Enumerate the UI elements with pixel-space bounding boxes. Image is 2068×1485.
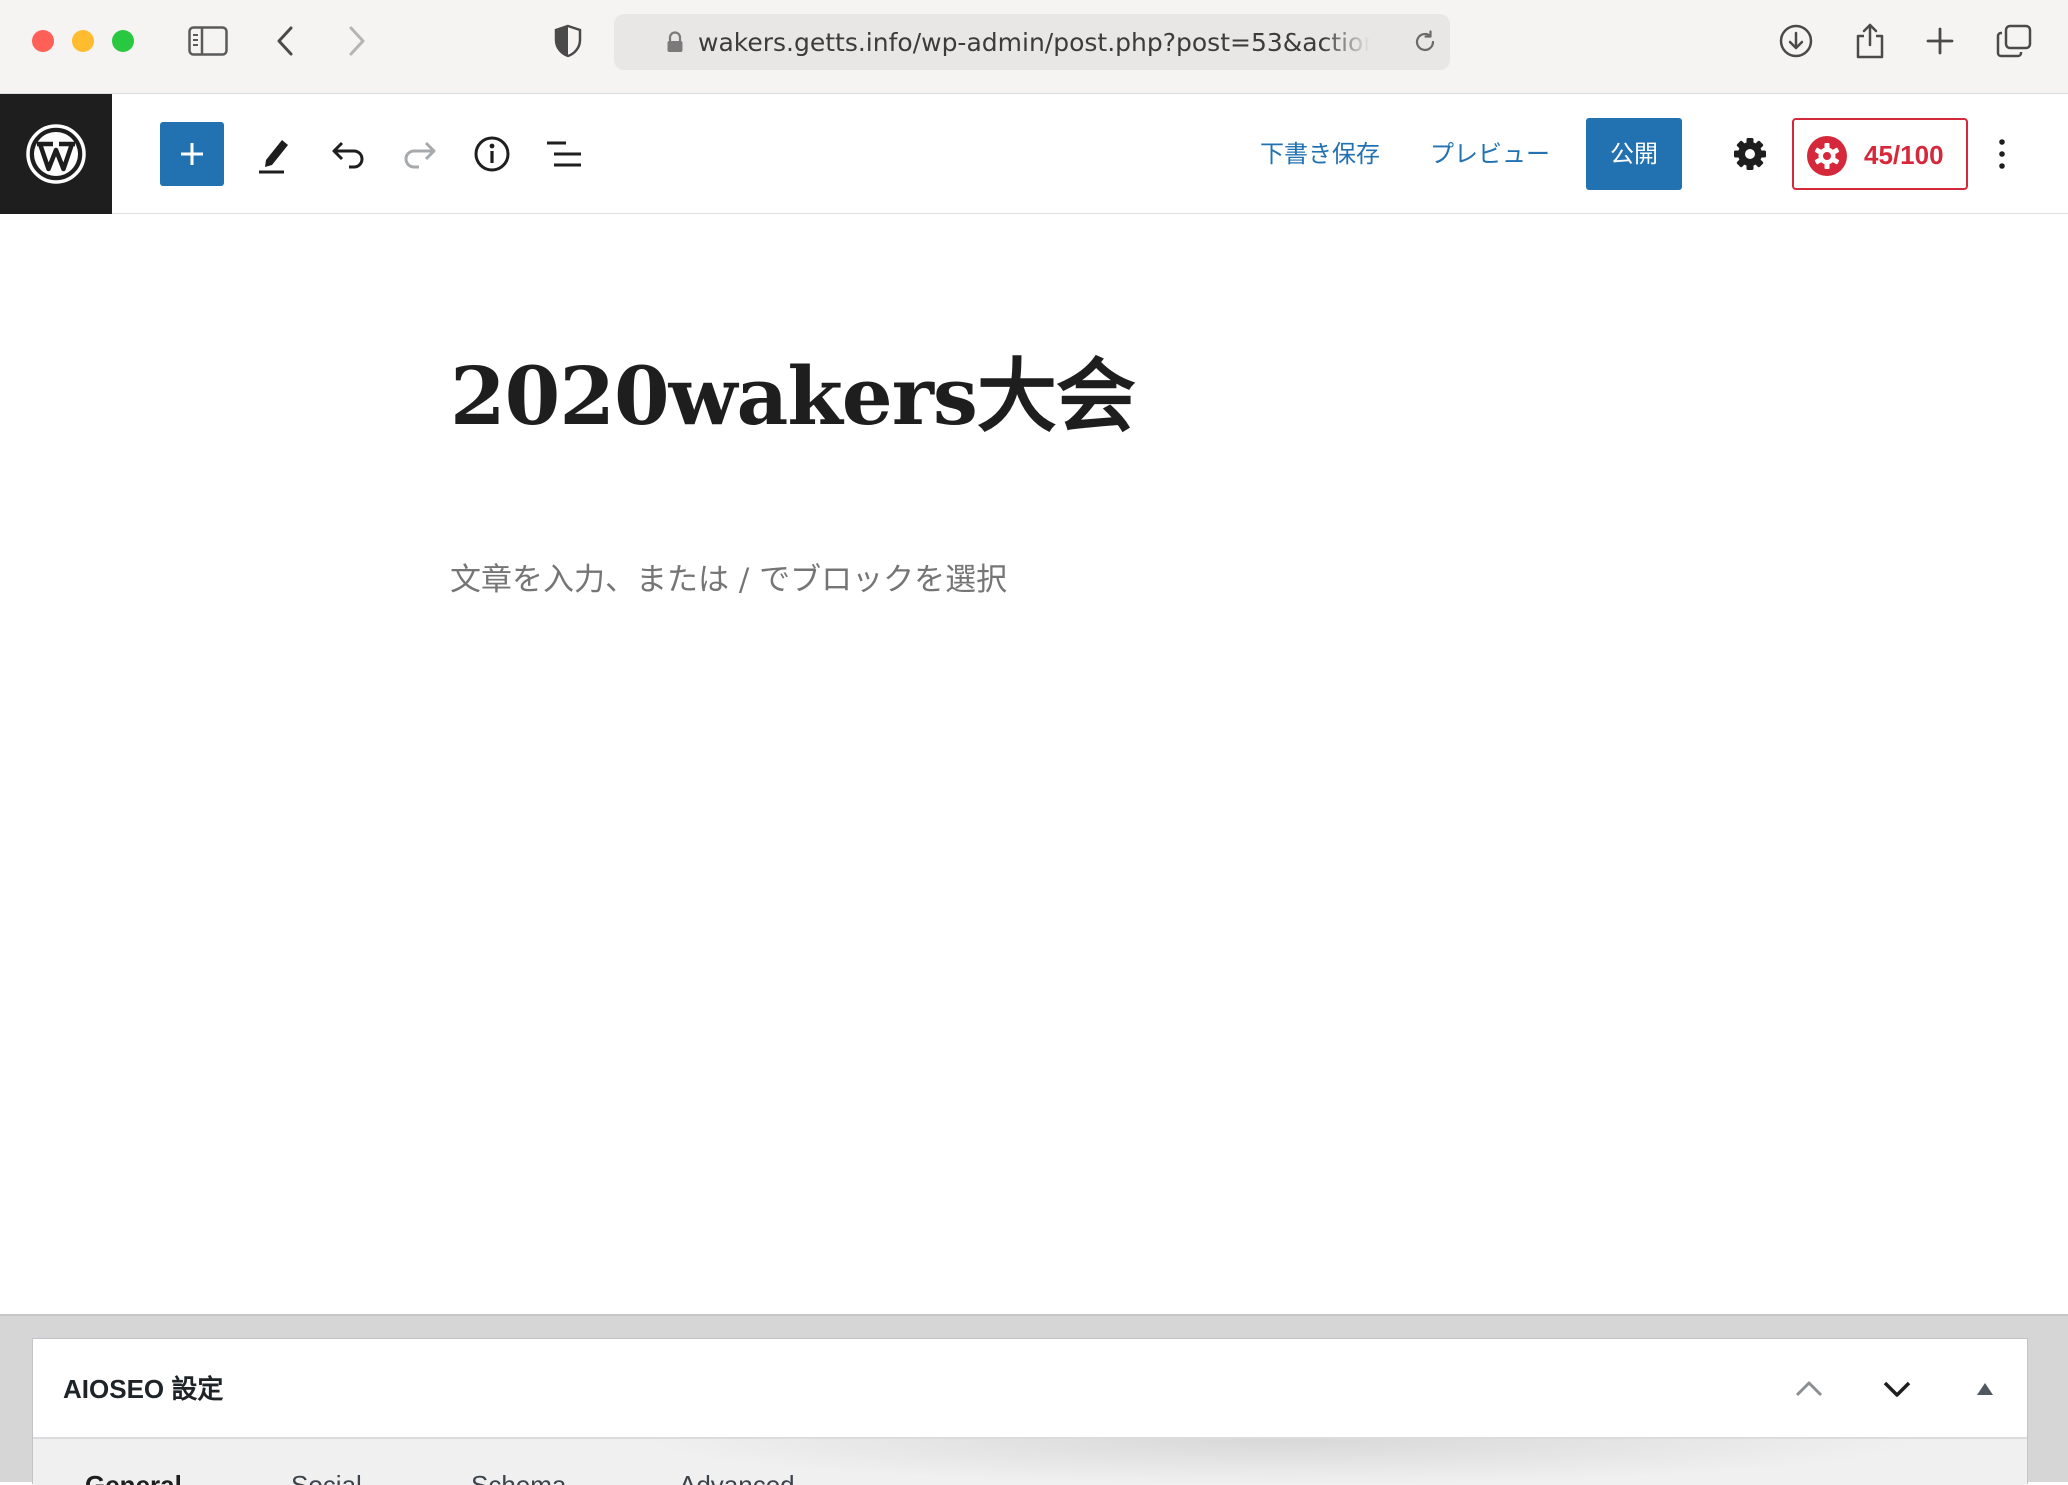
chevron-up-icon[interactable] xyxy=(1785,1365,1833,1413)
undo-icon[interactable] xyxy=(320,126,376,182)
block-placeholder[interactable]: 文章を入力、または / でブロックを選択 xyxy=(450,560,1007,600)
chevron-down-icon[interactable] xyxy=(1873,1365,1921,1413)
aioseo-score-button[interactable]: 45/100 xyxy=(1792,118,1968,190)
new-tab-icon[interactable] xyxy=(1918,19,1962,63)
download-icon[interactable] xyxy=(1774,19,1818,63)
url-text: wakers.getts.info/wp-admin/post.php?post… xyxy=(698,28,1370,57)
publish-button[interactable]: 公開 xyxy=(1586,118,1682,190)
panel-header[interactable]: AIOSEO 設定 xyxy=(33,1339,2027,1439)
lock-icon xyxy=(666,31,684,57)
address-bar[interactable]: wakers.getts.info/wp-admin/post.php?post… xyxy=(614,14,1450,70)
panel-tabs: General Social Schema Advanced xyxy=(33,1439,2027,1485)
tab-advanced[interactable]: Advanced xyxy=(679,1467,795,1485)
more-vertical-icon[interactable] xyxy=(1974,126,2030,182)
forward-icon[interactable] xyxy=(334,19,378,63)
minimize-window-button[interactable] xyxy=(72,30,94,52)
list-view-icon[interactable] xyxy=(536,126,592,182)
tab-social[interactable]: Social xyxy=(291,1467,362,1485)
save-draft-button[interactable]: 下書き保存 xyxy=(1260,134,1380,174)
editor-header: 下書き保存 プレビュー 公開 45/100 xyxy=(0,94,2068,214)
info-icon[interactable] xyxy=(464,126,520,182)
reload-icon[interactable] xyxy=(1412,29,1438,59)
close-window-button[interactable] xyxy=(32,30,54,52)
post-title[interactable]: 2020wakers大会 xyxy=(450,346,1136,446)
aioseo-icon xyxy=(1806,135,1848,181)
zoom-window-button[interactable] xyxy=(112,30,134,52)
back-icon[interactable] xyxy=(264,19,308,63)
sidebar-icon[interactable] xyxy=(186,19,230,63)
wordpress-logo-icon[interactable] xyxy=(0,94,112,214)
browser-toolbar: wakers.getts.info/wp-admin/post.php?post… xyxy=(0,0,2068,94)
metabox-area: AIOSEO 設定 General Social Schema Advanced xyxy=(0,1314,2068,1485)
share-icon[interactable] xyxy=(1848,19,1892,63)
triangle-up-icon[interactable] xyxy=(1961,1365,2009,1413)
tab-general[interactable]: General xyxy=(85,1467,182,1485)
pencil-icon[interactable] xyxy=(246,126,302,182)
tab-schema[interactable]: Schema xyxy=(471,1467,566,1485)
panel-title: AIOSEO 設定 xyxy=(63,1374,224,1404)
tabs-overview-icon[interactable] xyxy=(1992,19,2036,63)
add-block-button[interactable] xyxy=(160,122,224,186)
aioseo-settings-panel: AIOSEO 設定 General Social Schema Advanced xyxy=(32,1338,2028,1485)
preview-button[interactable]: プレビュー xyxy=(1430,134,1550,174)
seo-score-value: 45/100 xyxy=(1864,140,1944,170)
shield-icon[interactable] xyxy=(546,19,590,63)
gear-icon[interactable] xyxy=(1722,126,1778,182)
redo-icon[interactable] xyxy=(392,126,448,182)
plus-icon xyxy=(181,143,203,165)
